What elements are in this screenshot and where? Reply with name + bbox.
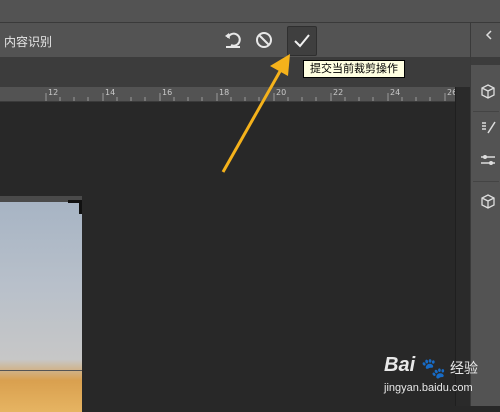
watermark-brand: Bai [384,354,416,376]
baidu-jingyan-watermark: Bai 🐾 经验 jingyan.baidu.com [380,352,500,406]
paw-icon: 🐾 [421,356,446,380]
watermark-suffix: 经验 [450,361,478,377]
annotation-arrow-icon [221,54,290,173]
watermark-url: jingyan.baidu.com [384,382,473,394]
